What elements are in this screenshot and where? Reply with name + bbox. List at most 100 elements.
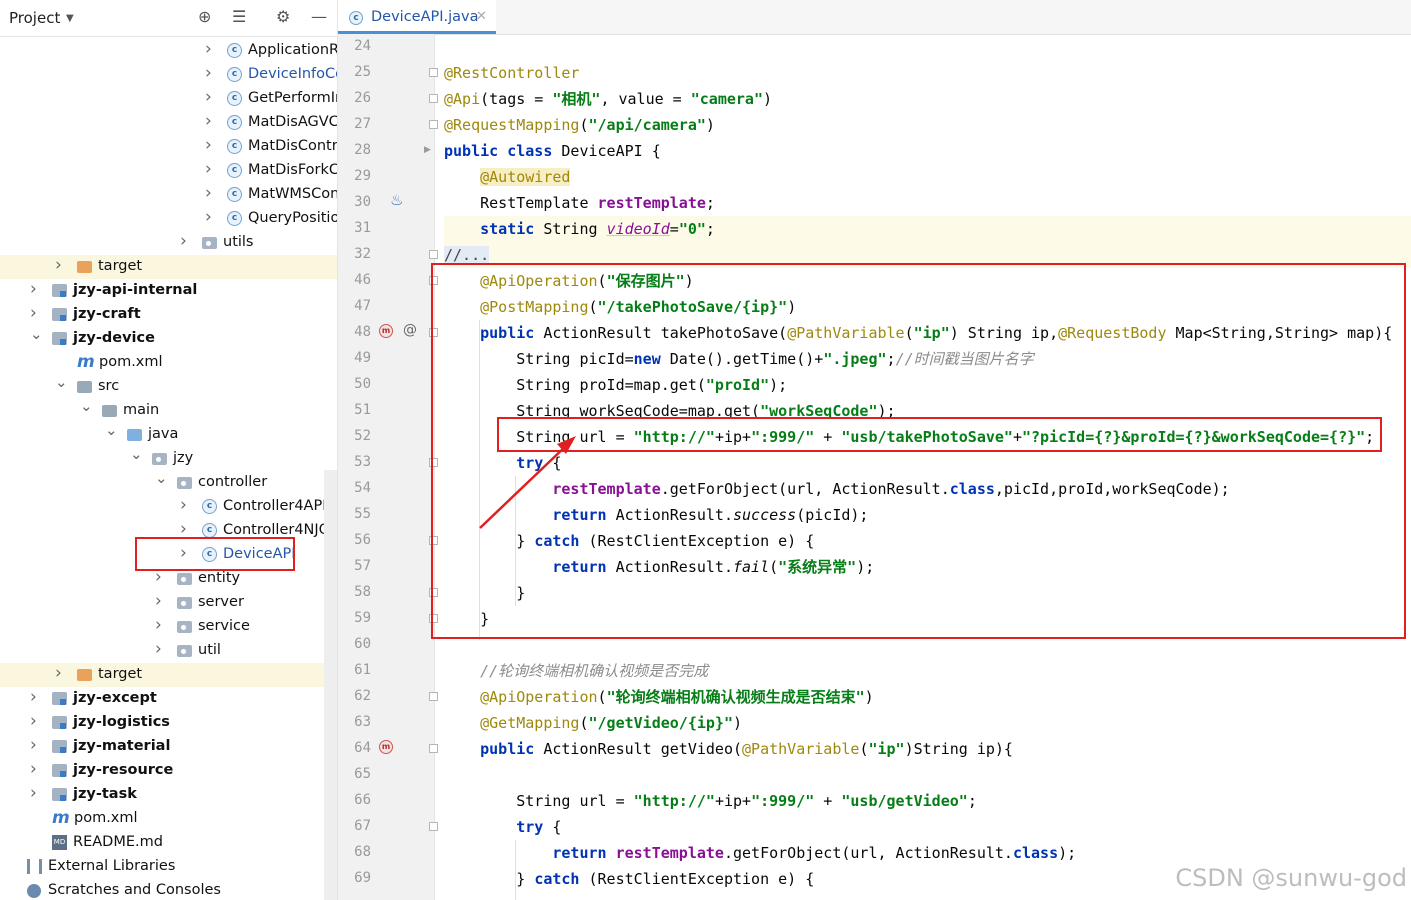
package-icon: [177, 645, 192, 657]
tree-item[interactable]: › jzy-api-internal: [0, 279, 337, 303]
tree-item[interactable]: › utils: [0, 231, 337, 255]
close-icon[interactable]: ✕: [476, 9, 487, 24]
chevron-down-icon[interactable]: ⌄: [55, 373, 68, 391]
tree-item[interactable]: Scratches and Consoles: [0, 879, 337, 900]
collapse-all-icon[interactable]: ☰: [232, 7, 246, 26]
tree-item[interactable]: › util: [0, 639, 337, 663]
annotation-marker-icon[interactable]: @: [403, 322, 417, 338]
breakpoint-marker-icon[interactable]: ▶: [424, 145, 431, 155]
chevron-down-icon[interactable]: ⌄: [80, 397, 93, 415]
chevron-down-icon[interactable]: ⌄: [30, 325, 43, 343]
tree-item[interactable]: › c MatDisAGVControlle: [0, 111, 337, 135]
code-token: (RestClientException e) {: [588, 870, 815, 888]
tree-item[interactable]: › c GetPerformInfoCont: [0, 87, 337, 111]
code-token: restTemplate: [597, 194, 706, 212]
tree-item[interactable]: ⌄ jzy: [0, 445, 337, 471]
chevron-right-icon[interactable]: ›: [180, 231, 187, 251]
chevron-right-icon[interactable]: ›: [205, 87, 212, 107]
tree-item[interactable]: ⌄ jzy-device: [0, 325, 337, 351]
gutter-line: 31: [338, 216, 434, 242]
tree-item[interactable]: › target: [0, 255, 337, 279]
tree-item[interactable]: › target: [0, 663, 337, 687]
tree-item[interactable]: External Libraries: [0, 855, 337, 879]
chevron-right-icon[interactable]: ›: [205, 111, 212, 131]
chevron-right-icon[interactable]: ›: [180, 495, 187, 515]
chevron-right-icon[interactable]: ›: [30, 759, 37, 779]
line-number: 47: [354, 298, 371, 314]
bean-icon[interactable]: ♨: [390, 191, 403, 209]
tree-item[interactable]: › c DeviceInfoControlle: [0, 63, 337, 87]
chevron-down-icon[interactable]: ⌄: [130, 445, 143, 463]
gutter-line: 54: [338, 476, 434, 502]
chevron-right-icon[interactable]: ›: [205, 183, 212, 203]
chevron-right-icon[interactable]: ›: [30, 279, 37, 299]
tree-item[interactable]: m pom.xml: [0, 807, 337, 831]
tree-item[interactable]: › jzy-material: [0, 735, 337, 759]
chevron-right-icon[interactable]: ›: [205, 135, 212, 155]
code-token: }: [444, 870, 535, 888]
tree-item[interactable]: m pom.xml: [0, 351, 337, 375]
tree-item[interactable]: MD README.md: [0, 831, 337, 855]
chevron-right-icon[interactable]: ›: [155, 639, 162, 659]
gutter-line: 48 m @: [338, 320, 438, 346]
tab-deviceapi[interactable]: c DeviceAPI.java ✕: [338, 0, 496, 34]
tree-item[interactable]: ⌄ main: [0, 397, 337, 423]
code-token: );: [1058, 844, 1077, 862]
tree-item-label: entity: [198, 570, 241, 586]
tree-item-label: jzy-except: [73, 690, 157, 706]
tree-item[interactable]: › c MatWMSController: [0, 183, 337, 207]
tree-item[interactable]: › server: [0, 591, 337, 615]
tree-item[interactable]: › service: [0, 615, 337, 639]
tree-item[interactable]: › c Controller4APD: [0, 495, 337, 519]
chevron-right-icon[interactable]: ›: [30, 687, 37, 707]
module-icon: [52, 788, 67, 801]
code-token: "0": [678, 220, 706, 238]
chevron-right-icon[interactable]: ›: [205, 63, 212, 83]
chevron-down-icon[interactable]: ⌄: [105, 421, 118, 439]
line-number: 29: [354, 168, 371, 184]
tree-item[interactable]: › jzy-task: [0, 783, 337, 807]
hide-panel-icon[interactable]: —: [311, 7, 327, 26]
code-token: , value =: [600, 90, 691, 108]
tree-item[interactable]: › c MatDisController: [0, 135, 337, 159]
code-line: String url = "http://"+ip+":999/" + "usb…: [444, 788, 1411, 814]
code-token: "usb/getVideo": [841, 792, 968, 810]
chevron-right-icon[interactable]: ›: [205, 159, 212, 179]
chevron-right-icon[interactable]: ›: [30, 735, 37, 755]
tree-item[interactable]: › jzy-resource: [0, 759, 337, 783]
method-marker-icon[interactable]: m: [379, 740, 393, 754]
tree-item[interactable]: › c MatDisForkControlle: [0, 159, 337, 183]
chevron-right-icon[interactable]: ›: [30, 783, 37, 803]
method-marker-icon[interactable]: m: [379, 324, 393, 338]
tree-item[interactable]: › c ApplicationRunnerC: [0, 39, 337, 63]
locate-icon[interactable]: ⊕: [198, 7, 211, 26]
chevron-right-icon[interactable]: ›: [155, 591, 162, 611]
module-icon: [52, 332, 67, 345]
tree-item[interactable]: › c QueryPositionStateC: [0, 207, 337, 231]
tree-item[interactable]: ⌄ java: [0, 421, 337, 447]
tree-item[interactable]: › jzy-logistics: [0, 711, 337, 735]
gear-icon[interactable]: ⚙: [276, 7, 290, 26]
tree-item[interactable]: ⌄ src: [0, 373, 337, 399]
chevron-right-icon[interactable]: ›: [155, 615, 162, 635]
chevron-right-icon[interactable]: ›: [205, 39, 212, 59]
tree-item-label: java: [148, 426, 179, 442]
tree-item[interactable]: ⌄ controller: [0, 469, 337, 495]
scrollbar[interactable]: [324, 470, 337, 900]
gutter-line: 47: [338, 294, 434, 320]
chevron-down-icon[interactable]: ⌄: [155, 469, 168, 487]
tree-item[interactable]: › jzy-craft: [0, 303, 337, 327]
chevron-right-icon[interactable]: ›: [180, 519, 187, 539]
chevron-right-icon[interactable]: ›: [55, 663, 62, 683]
chevron-right-icon[interactable]: ›: [205, 207, 212, 227]
chevron-right-icon[interactable]: ›: [30, 303, 37, 323]
chevron-right-icon[interactable]: ›: [55, 255, 62, 275]
gutter-line: 30 ♨: [338, 190, 434, 216]
module-icon: [52, 692, 67, 705]
chevron-down-icon[interactable]: ▼: [66, 13, 74, 24]
chevron-right-icon[interactable]: ›: [30, 711, 37, 731]
project-view-selector[interactable]: Project: [9, 9, 60, 27]
tree-item[interactable]: › jzy-except: [0, 687, 337, 711]
code-token: "/api/camera": [588, 116, 706, 134]
line-number: 32: [354, 246, 371, 262]
